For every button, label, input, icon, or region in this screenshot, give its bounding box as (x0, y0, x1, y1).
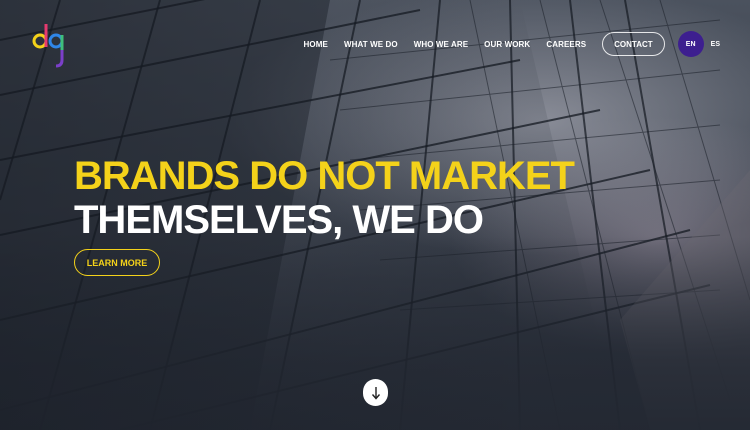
lang-es-link[interactable]: ES (711, 41, 720, 48)
learn-more-button[interactable]: LEARN MORE (74, 249, 160, 276)
hero-headline: BRANDS DO NOT MARKET THEMSELVES, WE DO (74, 154, 575, 242)
lang-en-button[interactable]: EN (677, 31, 704, 57)
scroll-down-button[interactable] (363, 379, 388, 406)
hero-section: HOME WHAT WE DO WHO WE ARE OUR WORK CARE… (0, 0, 750, 430)
logo-mark-icon (32, 24, 64, 68)
nav-who-we-are[interactable]: WHO WE ARE (414, 40, 468, 49)
main-nav: HOME WHAT WE DO WHO WE ARE OUR WORK CARE… (304, 31, 720, 57)
arrow-down-icon (371, 386, 380, 400)
headline-line-1: BRANDS DO NOT MARKET (74, 154, 575, 198)
nav-home[interactable]: HOME (304, 40, 328, 49)
contact-button[interactable]: CONTACT (602, 32, 665, 56)
nav-what-we-do[interactable]: WHAT WE DO (344, 40, 398, 49)
nav-our-work[interactable]: OUR WORK (484, 40, 530, 49)
dg-logo[interactable] (30, 10, 70, 70)
headline-line-2: THEMSELVES, WE DO (74, 198, 484, 242)
nav-careers[interactable]: CAREERS (546, 40, 586, 49)
